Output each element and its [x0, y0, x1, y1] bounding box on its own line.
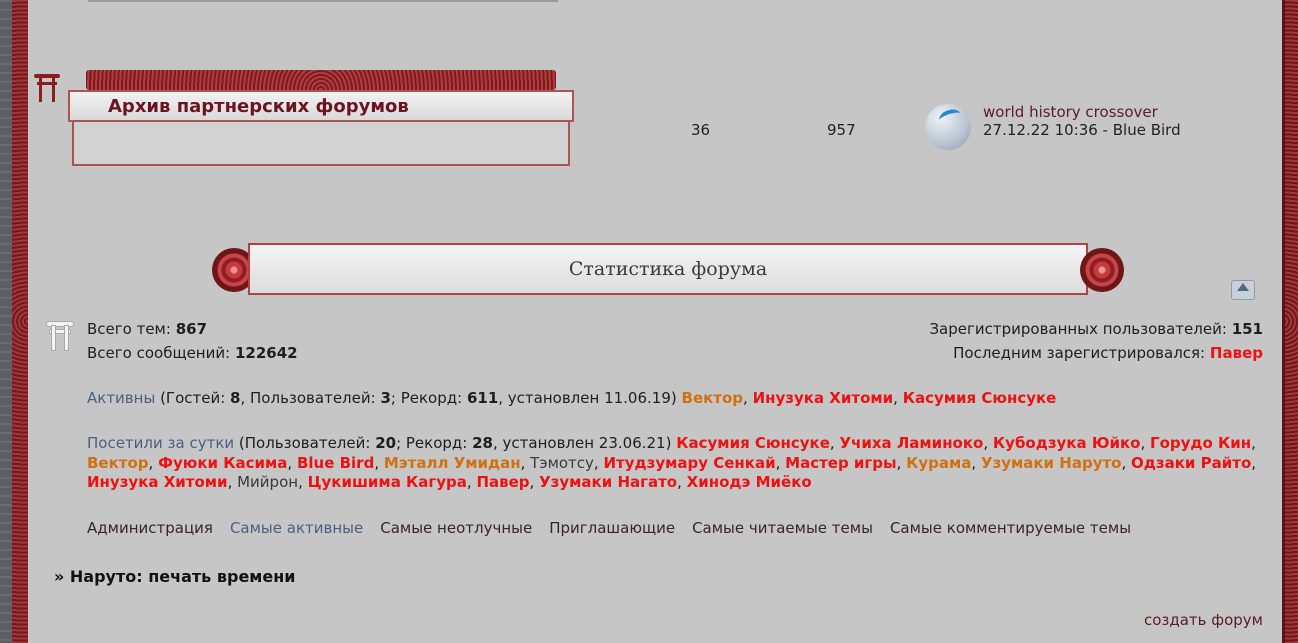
create-forum-link[interactable]: создать форум	[1144, 611, 1263, 629]
total-topics: Всего тем: 867	[87, 320, 208, 338]
user-link[interactable]: Итудзумару Сенкай	[603, 454, 775, 472]
forum-topic-count: 36	[691, 121, 711, 139]
user-link[interactable]: Мийрон	[237, 473, 298, 491]
active-users-link[interactable]: Активны	[87, 389, 155, 407]
user-link[interactable]: Инузука Хитоми	[753, 389, 894, 407]
active-users: Активны (Гостей: 8, Пользователей: 3; Ре…	[87, 389, 1057, 407]
user-link[interactable]: Тэмотсу	[530, 454, 594, 472]
user-link[interactable]: Мастер игры	[785, 454, 896, 472]
stats-banner: Статистика форума	[212, 242, 1124, 298]
arrow-up-icon[interactable]	[1231, 280, 1255, 300]
user-link[interactable]: Хинодэ Миёко	[687, 473, 812, 491]
last-post-meta: 27.12.22 10:36 - Blue Bird	[983, 121, 1181, 139]
group-title: » Наруто: печать времени	[54, 567, 296, 586]
active-members-list: Вектор, Инузука Хитоми, Касумия Сюнсуке	[681, 389, 1057, 407]
avatar[interactable]	[925, 104, 971, 150]
user-link[interactable]: Blue Bird	[297, 454, 374, 472]
user-link[interactable]: Курама	[906, 454, 971, 472]
user-link[interactable]: Цукишима Кагура	[308, 473, 467, 491]
user-link[interactable]: Узумаки Нагато	[539, 473, 677, 491]
user-link[interactable]: Узумаки Наруто	[981, 454, 1122, 472]
right-decorative-border	[1282, 0, 1298, 643]
forum-post-count: 957	[827, 121, 856, 139]
user-link[interactable]: Горудо Кин	[1150, 434, 1251, 452]
visited-users: Посетили за сутки (Пользователей: 20; Ре…	[87, 434, 1257, 491]
total-topics-value: 867	[175, 320, 208, 338]
nav-link[interactable]: Администрация	[87, 519, 213, 537]
torii-icon	[47, 322, 73, 350]
user-link[interactable]: Учиха Ламиноко	[839, 434, 983, 452]
user-link[interactable]: Кубодзука Юйко	[993, 434, 1141, 452]
registered-users: Зарегистрированных пользователей: 151	[929, 320, 1263, 338]
user-link[interactable]: Касумия Сюнсуке	[903, 389, 1057, 407]
nav-link[interactable]: Приглашающие	[549, 519, 675, 537]
forum-card[interactable]: Архив партнерских форумов	[68, 70, 576, 170]
nav-link[interactable]: Самые читаемые темы	[692, 519, 873, 537]
nav-link[interactable]: Самые неотлучные	[380, 519, 532, 537]
user-link[interactable]: Мэталл Умидан	[384, 454, 521, 472]
user-link[interactable]: Фуюки Касима	[158, 454, 287, 472]
top-divider	[88, 0, 558, 2]
user-link[interactable]: Вектор	[87, 454, 149, 472]
left-decorative-border	[0, 0, 28, 643]
user-link[interactable]: Павер	[476, 473, 529, 491]
forum-title-link[interactable]: Архив партнерских форумов	[108, 96, 409, 117]
user-link[interactable]: Вектор	[682, 389, 744, 407]
stats-heading: Статистика форума	[568, 258, 768, 280]
user-link[interactable]: Одзаки Райто	[1131, 454, 1251, 472]
stats-nav: Администрация Самые активные Самые неотлуч…	[87, 519, 1148, 537]
total-posts: Всего сообщений: 122642	[87, 344, 298, 362]
last-post-topic-link[interactable]: world history crossover	[983, 103, 1158, 121]
scroll-roll-decoration	[86, 70, 556, 90]
total-posts-value: 122642	[234, 344, 298, 362]
last-registered: Последним зарегистрировался: Павер	[953, 344, 1263, 362]
nav-link[interactable]: Самые активные	[230, 519, 363, 537]
user-link[interactable]: Касумия Сюнсуке	[676, 434, 830, 452]
user-link[interactable]: Инузука Хитоми	[87, 473, 228, 491]
visited-users-link[interactable]: Посетили за сутки	[87, 434, 234, 452]
registered-users-value: 151	[1231, 320, 1263, 338]
last-registered-user-link[interactable]: Павер	[1210, 344, 1263, 362]
nav-link[interactable]: Самые комментируемые темы	[890, 519, 1131, 537]
torii-icon	[34, 74, 60, 102]
